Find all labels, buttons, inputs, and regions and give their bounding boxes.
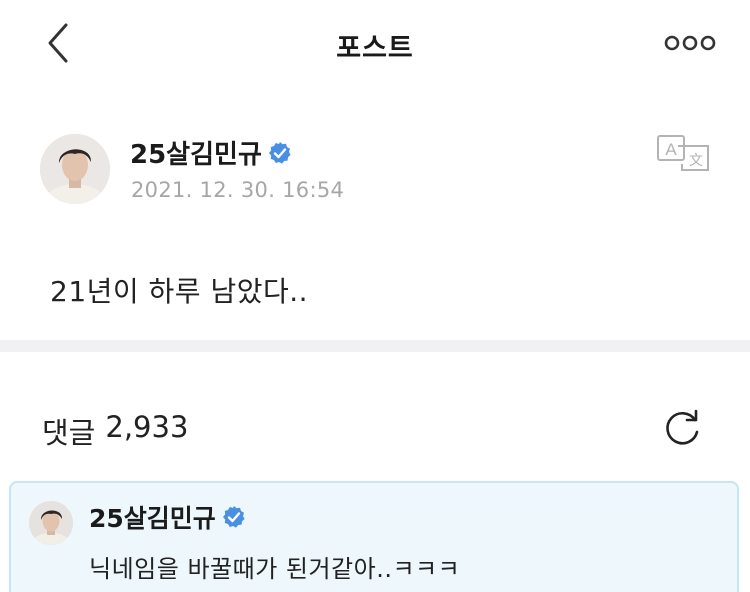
- author-name[interactable]: 25살김민규: [130, 134, 292, 171]
- comment-author-name[interactable]: 25살김민규: [89, 499, 246, 535]
- svg-text:文: 文: [689, 153, 703, 169]
- comment-text: 닉네임을 바꿀때가 된거같아..ㅋㅋㅋ: [89, 555, 461, 583]
- verified-badge-icon: [268, 141, 292, 165]
- comments-count: 2,933: [105, 410, 189, 444]
- comment-author-avatar[interactable]: [29, 501, 73, 545]
- comment-author-name-text: 25살김민규: [89, 504, 216, 533]
- refresh-button[interactable]: [661, 408, 703, 448]
- translate-icon: A 文: [657, 135, 709, 171]
- highlighted-comment[interactable]: 25살김민규 닉네임을 바꿀때가 된거같아..ㅋㅋㅋ: [9, 481, 739, 592]
- profile-photo: [29, 501, 73, 545]
- page-title: 포스트: [336, 33, 414, 64]
- comments-label: 댓글: [42, 416, 96, 450]
- svg-text:A: A: [665, 140, 677, 159]
- refresh-icon: [666, 409, 699, 445]
- author-name-text: 25살김민규: [130, 140, 262, 170]
- author-avatar[interactable]: [40, 134, 110, 204]
- post-timestamp: 2021. 12. 30. 16:54: [131, 178, 345, 202]
- post-body-text: 21년이 하루 남았다..: [50, 275, 309, 308]
- more-options-button[interactable]: [664, 32, 716, 54]
- post-page: 포스트 25살김민규 2021. 12. 30. 16:54 A 文 21년이 …: [0, 0, 750, 592]
- comments-header: 댓글 2,933: [42, 410, 188, 452]
- profile-photo: [40, 134, 110, 204]
- verified-badge-icon: [222, 505, 246, 529]
- section-divider: [0, 340, 750, 352]
- more-dots-icon: [664, 35, 716, 51]
- top-nav: 포스트: [0, 0, 750, 86]
- translate-button[interactable]: A 文: [656, 134, 710, 172]
